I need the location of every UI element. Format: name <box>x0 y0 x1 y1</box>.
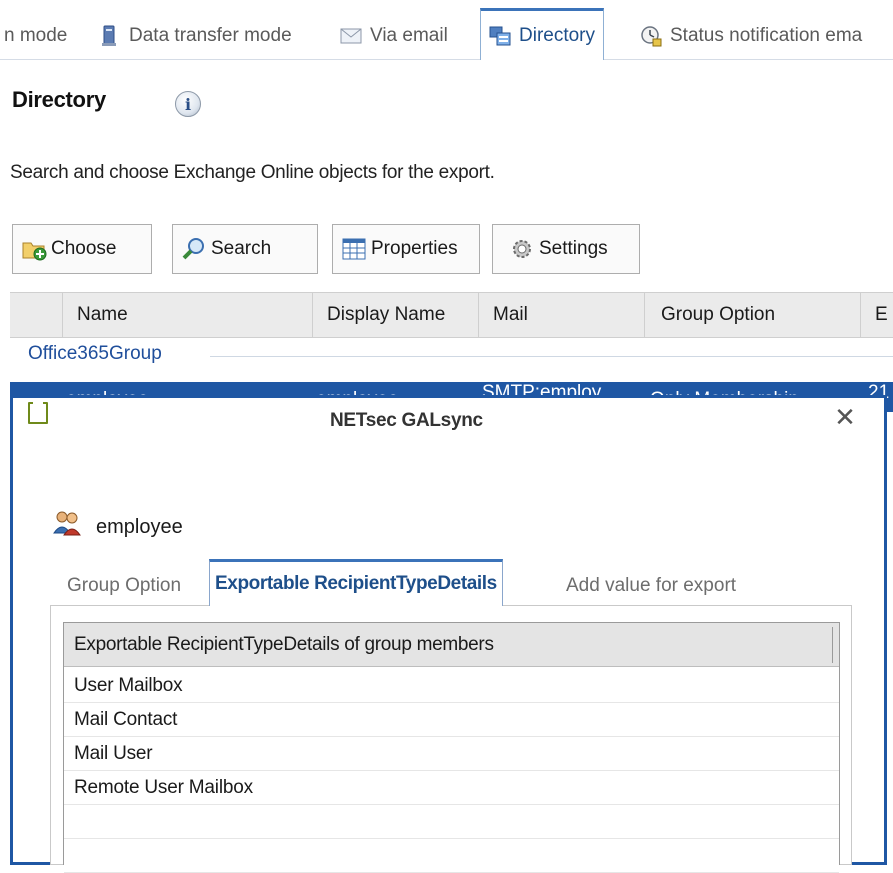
column-header-display-name[interactable]: Display Name <box>312 293 478 337</box>
tab-data-transfer-mode-label: Data transfer mode <box>129 25 292 46</box>
list-item-mail-contact[interactable]: Mail Contact <box>64 703 839 737</box>
tab-mode-label: n mode <box>4 25 68 46</box>
list-item-empty-2[interactable] <box>64 839 839 873</box>
dialog-tab-group-option[interactable]: Group Option <box>62 566 186 606</box>
tab-mode[interactable]: n mode <box>4 12 67 60</box>
dialog-tab-add-value-for-export[interactable]: Add value for export <box>561 566 741 606</box>
tab-data-transfer-mode[interactable]: Data transfer mode <box>99 12 292 60</box>
dialog-title: NETsec GALsync <box>330 410 483 431</box>
grid-header: Name Display Name Mail Group Option E <box>10 292 893 338</box>
properties-button[interactable]: Properties <box>332 224 480 274</box>
column-header-group-option[interactable]: Group Option <box>644 293 860 337</box>
page-description: Search and choose Exchange Online object… <box>10 162 495 183</box>
settings-button[interactable]: Settings <box>492 224 640 274</box>
directory-icon <box>489 26 511 45</box>
group-users-icon <box>53 511 81 536</box>
tab-status-notification-label: Status notification ema <box>670 25 863 46</box>
tab-via-email-label: Via email <box>370 25 448 46</box>
tab-via-email[interactable]: Via email <box>340 12 448 60</box>
app-window-icon <box>28 400 48 424</box>
column-header-extra[interactable]: E <box>860 293 893 337</box>
object-name: employee <box>96 516 183 538</box>
computer-icon <box>102 25 116 46</box>
email-icon <box>340 28 362 44</box>
grid-group-label[interactable]: Office365Group <box>28 343 162 365</box>
gear-icon <box>513 240 531 258</box>
group-divider <box>210 356 893 357</box>
properties-button-label: Properties <box>371 238 458 259</box>
column-header-name[interactable]: Name <box>62 293 312 337</box>
info-icon[interactable]: i <box>175 91 201 117</box>
tab-directory-label: Directory <box>519 24 596 46</box>
settings-button-label: Settings <box>539 238 608 259</box>
recipient-type-list: Exportable RecipientTypeDetails of group… <box>63 622 840 873</box>
folder-add-icon <box>22 242 47 261</box>
search-button[interactable]: Search <box>172 224 318 274</box>
search-button-label: Search <box>211 238 272 259</box>
list-item-mail-user[interactable]: Mail User <box>64 737 839 771</box>
list-item-remote-user-mailbox[interactable]: Remote User Mailbox <box>64 771 839 805</box>
page-title: Directory <box>12 87 106 112</box>
tab-status-notification[interactable]: Status notification ema <box>640 12 862 60</box>
column-header-mail[interactable]: Mail <box>478 293 644 337</box>
choose-button[interactable]: Choose <box>12 224 152 274</box>
column-divider <box>832 627 833 663</box>
choose-button-label: Choose <box>51 238 117 259</box>
close-icon[interactable]: ✕ <box>830 403 860 433</box>
list-item-empty-1[interactable] <box>64 805 839 839</box>
list-column-header-label: Exportable RecipientTypeDetails of group… <box>74 634 494 655</box>
properties-grid-icon <box>342 238 366 260</box>
search-icon <box>182 238 204 260</box>
status-notification-icon <box>641 26 662 47</box>
list-item-user-mailbox[interactable]: User Mailbox <box>64 669 839 703</box>
list-column-header[interactable]: Exportable RecipientTypeDetails of group… <box>64 623 839 667</box>
tab-directory[interactable]: Directory <box>480 8 605 60</box>
dialog-tab-exportable-recipient-type-details[interactable]: Exportable RecipientTypeDetails <box>209 559 503 606</box>
